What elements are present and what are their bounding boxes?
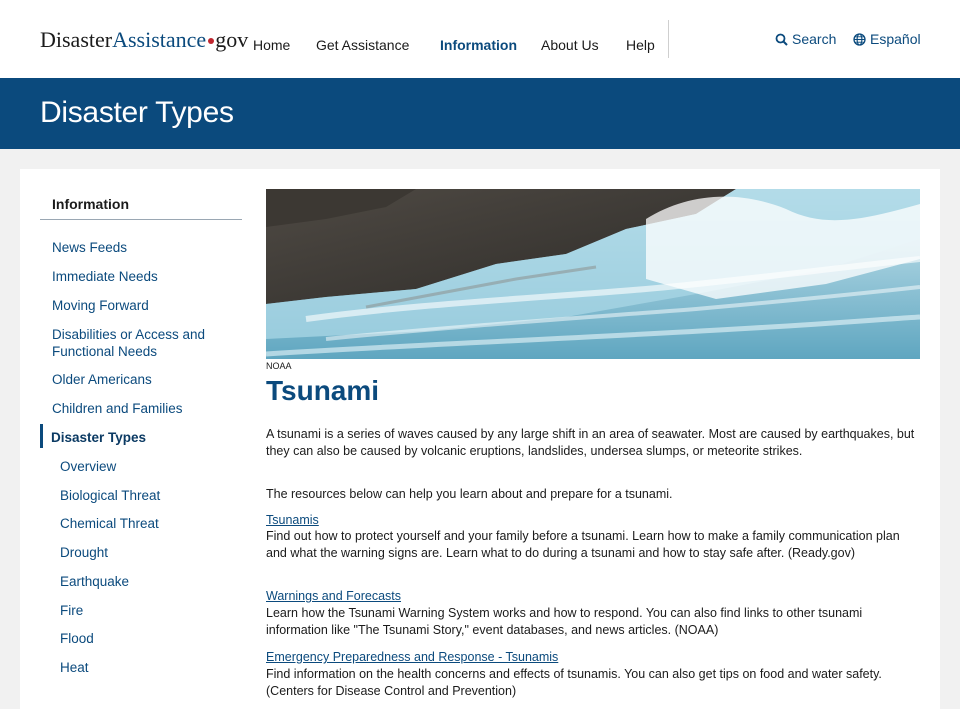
sidebar-subitem-fire[interactable]: Fire bbox=[60, 602, 240, 619]
nav-information[interactable]: Information bbox=[440, 35, 517, 55]
sidebar-subitem-chemical-threat[interactable]: Chemical Threat bbox=[60, 515, 240, 532]
resource-description: Learn how the Tsunami Warning System wor… bbox=[266, 606, 863, 637]
banner-title: Disaster Types bbox=[40, 96, 234, 129]
site-logo[interactable]: DisasterAssistance gov bbox=[40, 26, 248, 54]
tsunami-hero-image bbox=[266, 189, 920, 359]
sidebar-item-immediate-needs[interactable]: Immediate Needs bbox=[52, 268, 232, 285]
search-link[interactable]: Search bbox=[775, 30, 836, 48]
sidebar-divider bbox=[40, 219, 242, 220]
search-label: Search bbox=[792, 31, 837, 47]
search-icon bbox=[775, 33, 788, 46]
globe-icon bbox=[853, 33, 866, 46]
sidebar-subitem-biological-threat[interactable]: Biological Threat bbox=[60, 487, 240, 504]
resource-link-tsunamis[interactable]: Tsunamis bbox=[266, 512, 319, 528]
nav-divider bbox=[668, 20, 669, 58]
logo-text-gov: gov bbox=[215, 27, 249, 52]
resource-link-emergency-preparedness[interactable]: Emergency Preparedness and Response - Ts… bbox=[266, 649, 558, 665]
page-banner: Disaster Types bbox=[0, 78, 960, 149]
sidebar-item-news-feeds[interactable]: News Feeds bbox=[52, 239, 232, 256]
logo-dot bbox=[208, 38, 215, 45]
resource-description: Find out how to protect yourself and you… bbox=[266, 529, 900, 560]
language-label: Español bbox=[870, 31, 921, 47]
logo-text-disaster: Disaster bbox=[40, 27, 113, 52]
sidebar-subitem-flood[interactable]: Flood bbox=[60, 630, 240, 647]
sidebar-item-disaster-types[interactable]: Disaster Types bbox=[51, 429, 231, 446]
resource-description: Find information on the health concerns … bbox=[266, 667, 882, 698]
language-toggle[interactable]: Español bbox=[853, 30, 921, 48]
sidebar-subitem-overview[interactable]: Overview bbox=[60, 458, 240, 475]
sidebar-subitem-heat[interactable]: Heat bbox=[60, 659, 240, 676]
sidebar-item-disabilities[interactable]: Disabilities or Access and Functional Ne… bbox=[52, 326, 222, 360]
nav-about-us[interactable]: About Us bbox=[541, 35, 599, 55]
sidebar-subitem-earthquake[interactable]: Earthquake bbox=[60, 573, 240, 590]
page-title: Tsunami bbox=[266, 375, 380, 406]
sidebar-item-moving-forward[interactable]: Moving Forward bbox=[52, 297, 232, 314]
resource-link-warnings-forecasts[interactable]: Warnings and Forecasts bbox=[266, 588, 401, 604]
image-caption: NOAA bbox=[266, 361, 292, 371]
active-indicator bbox=[40, 424, 43, 448]
nav-help[interactable]: Help bbox=[626, 35, 655, 55]
logo-text-assistance: Assistance bbox=[112, 27, 207, 52]
nav-home[interactable]: Home bbox=[253, 35, 290, 55]
nav-get-assistance[interactable]: Get Assistance bbox=[316, 35, 409, 55]
resources-intro: The resources below can help you learn a… bbox=[266, 487, 673, 501]
sidebar-item-older-americans[interactable]: Older Americans bbox=[52, 371, 232, 388]
intro-paragraph: A tsunami is a series of waves caused by… bbox=[266, 427, 915, 458]
sidebar-subitem-drought[interactable]: Drought bbox=[60, 544, 240, 561]
sidebar-item-children-families[interactable]: Children and Families bbox=[52, 400, 232, 417]
sidebar-title: Information bbox=[52, 196, 129, 212]
